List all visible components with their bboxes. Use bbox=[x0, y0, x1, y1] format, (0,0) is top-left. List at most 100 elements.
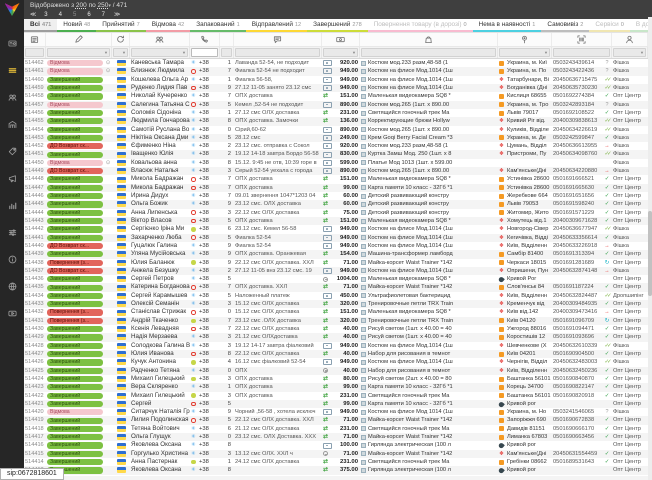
order-row[interactable]: 514427ЗавершенийЮлия Иванова+38822.12 см… bbox=[24, 350, 652, 358]
tab-8[interactable]: Нема в наявності1 bbox=[473, 19, 542, 32]
tab-4[interactable]: Запакований1 bbox=[190, 19, 246, 32]
order-row[interactable]: 514422ЗавершенийМихаил Гилецький+383ОПХ … bbox=[24, 392, 652, 400]
order-row[interactable]: 514424ЗавершенийМихаил Гилецький+383ОПХ … bbox=[24, 375, 652, 383]
tab-1[interactable]: Новий48 bbox=[57, 19, 96, 32]
sidebar-item-video[interactable] bbox=[0, 300, 24, 327]
sidebar-item-site[interactable] bbox=[0, 273, 24, 300]
filter-box[interactable]: ▼ bbox=[499, 48, 550, 57]
tab-0[interactable]: Всі471 bbox=[24, 19, 57, 32]
order-row[interactable]: 514432Повернення (з...Станіслав Стрижак+… bbox=[24, 308, 652, 316]
filter-box[interactable] bbox=[25, 48, 44, 57]
sidebar-item-dashboard[interactable] bbox=[0, 30, 24, 57]
order-row[interactable]: 514456ЗавершенийСоломія Сідоніна✳+38127.… bbox=[24, 109, 652, 117]
tab-6[interactable]: Завершений278 bbox=[307, 19, 368, 32]
page-5[interactable]: 5 bbox=[71, 12, 78, 18]
order-row[interactable]: 514462Відмова⊙Каневська Тамара✳+381Лаван… bbox=[24, 59, 652, 67]
column-header-phone-icon[interactable] bbox=[190, 33, 220, 46]
tab-7[interactable]: Повернення товару (в дорозі)0 bbox=[368, 19, 473, 32]
sidebar-item-orders[interactable] bbox=[0, 57, 24, 84]
sidebar-item-statistics[interactable] bbox=[0, 192, 24, 219]
sidebar-item-info[interactable] bbox=[0, 246, 24, 273]
order-row[interactable]: 514449ДО Возврат ск...Власюк Наталья✳+38… bbox=[24, 167, 652, 175]
vertical-scrollbar[interactable] bbox=[648, 17, 652, 480]
scrollbar-thumb[interactable] bbox=[648, 211, 652, 296]
sidebar-item-warehouse[interactable] bbox=[0, 111, 24, 138]
order-row[interactable]: 514413ЗавершенийЯковлева Оксана✳+388⇄375… bbox=[24, 466, 652, 474]
filter-box[interactable]: ▼ bbox=[113, 48, 128, 57]
order-row[interactable]: 514444ЗавершенийАнна Липенська+38322.12 … bbox=[24, 209, 652, 217]
page-6[interactable]: 6 bbox=[85, 12, 92, 18]
order-row[interactable]: 514440ДО Возврат ск...Гуцалюк Галина✳+38… bbox=[24, 242, 652, 250]
column-header-list-icon[interactable] bbox=[24, 33, 46, 46]
tab-2[interactable]: Прийнятий7 bbox=[96, 19, 145, 32]
tab-5[interactable]: Відправлений12 bbox=[246, 19, 307, 32]
tab-10[interactable]: Сервіси0 bbox=[589, 19, 629, 32]
order-row[interactable]: 514439ЗавершенийУляна Мусійовська✳+389ОП… bbox=[24, 250, 652, 258]
order-row[interactable]: 514461Відмова⊙Близнюк Людмила+387Фиалка … bbox=[24, 67, 652, 75]
order-row[interactable]: 514448ЗавершенийМикола Бадражан+387ОПХ д… bbox=[24, 175, 652, 183]
order-row[interactable]: 514431Повернення (з...Андрій Ткаченко+38… bbox=[24, 317, 652, 325]
column-header-bag-icon[interactable] bbox=[360, 33, 498, 46]
order-row[interactable]: 514451ЗавершенийІващенко Юлія✳+38219.12 … bbox=[24, 150, 652, 158]
order-row[interactable]: 514423ЗавершенийВера Скляренко✳+381ОПХ д… bbox=[24, 383, 652, 391]
sidebar-item-products[interactable] bbox=[0, 138, 24, 165]
order-row[interactable]: 514419ЗавершенийЛилия Подолинская+38522.… bbox=[24, 416, 652, 424]
sidebar-item-clients[interactable] bbox=[0, 84, 24, 111]
order-row[interactable]: 514443ЗавершенийВіктор Власов+385ОПХ дос… bbox=[24, 217, 652, 225]
order-row[interactable]: 514430ЗавершенийКсенія Левадняя+38722.12… bbox=[24, 325, 652, 333]
order-row[interactable]: 514416ЗавершенийЯковлева Оксана✳+388100.… bbox=[24, 441, 652, 449]
order-row[interactable]: 514428ЗавершенийСолодкова Галина В✳+3831… bbox=[24, 342, 652, 350]
order-row[interactable]: 514421ЗавершенийСергей+385⇄99.00Карта па… bbox=[24, 400, 652, 408]
order-row[interactable]: 514455ЗавершенийЛюдмила Гончарова✳+388ОП… bbox=[24, 117, 652, 125]
page-7[interactable]: 7 bbox=[100, 12, 107, 18]
filter-box[interactable]: ▼ bbox=[47, 48, 110, 57]
column-header-chat-icon[interactable] bbox=[234, 33, 322, 46]
order-row[interactable]: 514445ЗавершенийОльга Божик✳+38923.12 см… bbox=[24, 200, 652, 208]
column-header-people-icon[interactable] bbox=[130, 33, 190, 46]
filter-box[interactable]: ▼ bbox=[323, 48, 358, 57]
order-row[interactable]: 514418ЗавершенийТетяна Войтович✳+38621.1… bbox=[24, 425, 652, 433]
first-page-button[interactable]: ≪ bbox=[30, 11, 35, 18]
order-row[interactable]: 514426ЗавершенийКучук Антонина+38416.12 … bbox=[24, 358, 652, 366]
order-row[interactable]: 514435ЗавершенийКатерина Богданова+387ОП… bbox=[24, 283, 652, 291]
order-row[interactable]: 514457ВідмоваСалегина Татьяна С+385Кемел… bbox=[24, 101, 652, 109]
order-row[interactable]: 514436ЗавершенийСергей Петров✳+3851004.0… bbox=[24, 275, 652, 283]
order-row[interactable]: 514453ЗавершенийНікітіна Оксана Дми✳+385… bbox=[24, 134, 652, 142]
order-row[interactable]: 514446ЗавершенийИрина Дидух✳+38709.01 зв… bbox=[24, 192, 652, 200]
order-row[interactable]: 514434ЗавершенийСергей Карамышев✳+385Нал… bbox=[24, 292, 652, 300]
order-row[interactable]: 514458ЗавершенийНиколай Кучеренко✳+387ОП… bbox=[24, 92, 652, 100]
last-page-button[interactable]: ≫ bbox=[114, 11, 119, 18]
phone-filter-input[interactable] bbox=[191, 48, 218, 57]
filter-box[interactable]: ▼ bbox=[131, 48, 188, 57]
chevron-down-icon[interactable]: ▾ bbox=[108, 3, 111, 9]
order-row[interactable]: 514452ДО Возврат ск...Єфименко Ніна✳+382… bbox=[24, 142, 652, 150]
filter-box[interactable] bbox=[553, 48, 610, 57]
order-row[interactable]: 514460ЗавершенийКошелева Ольга Ар✳+381Фи… bbox=[24, 76, 652, 84]
order-row[interactable]: 514417ЗавершенийОльга Глущук✳+38023.12 с… bbox=[24, 433, 652, 441]
order-row[interactable]: 514433ЗавершенийОлексій Семанін✳+38315.1… bbox=[24, 300, 652, 308]
order-row[interactable]: 514454ЗавершенийСамотій Руслана Во✳+380С… bbox=[24, 126, 652, 134]
tab-3[interactable]: Відмова42 bbox=[146, 19, 190, 32]
order-row[interactable]: 514438Повернення (з...Юлия Баланюк+38922… bbox=[24, 259, 652, 267]
column-header-pin-icon[interactable] bbox=[498, 33, 552, 46]
filter-box[interactable] bbox=[361, 48, 496, 57]
order-row[interactable]: 514415ЗавершенийГоргулько Христина✳+3831… bbox=[24, 450, 652, 458]
order-row[interactable]: 514429ЗавершенийНадія Мерзаева✳+38321.12… bbox=[24, 333, 652, 341]
filter-box[interactable]: ▼ bbox=[613, 48, 646, 57]
range-from[interactable]: 200 bbox=[76, 2, 87, 9]
sidebar-item-settings[interactable] bbox=[0, 219, 24, 246]
order-row[interactable]: 514459ЗавершенийРуденко Лидия Пав+38927.… bbox=[24, 84, 652, 92]
column-header-blank[interactable] bbox=[220, 33, 234, 46]
order-row[interactable]: 514441ЗавершенийЗахарченко Люба+385Фиалк… bbox=[24, 234, 652, 242]
filter-box[interactable] bbox=[221, 48, 232, 57]
tab-9[interactable]: Самовивіз2 bbox=[541, 19, 589, 32]
column-header-edit-icon[interactable] bbox=[46, 33, 112, 46]
order-row[interactable]: 514414ЗавершенийАнна Пастернак+38124.12 … bbox=[24, 458, 652, 466]
order-row[interactable]: 514442ЗавершенийСергієнко Іріна Ми+38623… bbox=[24, 225, 652, 233]
column-header-barcode-icon[interactable] bbox=[552, 33, 612, 46]
column-header-money-icon[interactable] bbox=[322, 33, 360, 46]
app-logo[interactable] bbox=[5, 3, 20, 16]
page-4[interactable]: 4 bbox=[57, 12, 64, 18]
page-3[interactable]: 3 bbox=[42, 12, 49, 18]
order-row[interactable]: 514450Відмова⊙Ковальова анна✳+38815.12. … bbox=[24, 159, 652, 167]
